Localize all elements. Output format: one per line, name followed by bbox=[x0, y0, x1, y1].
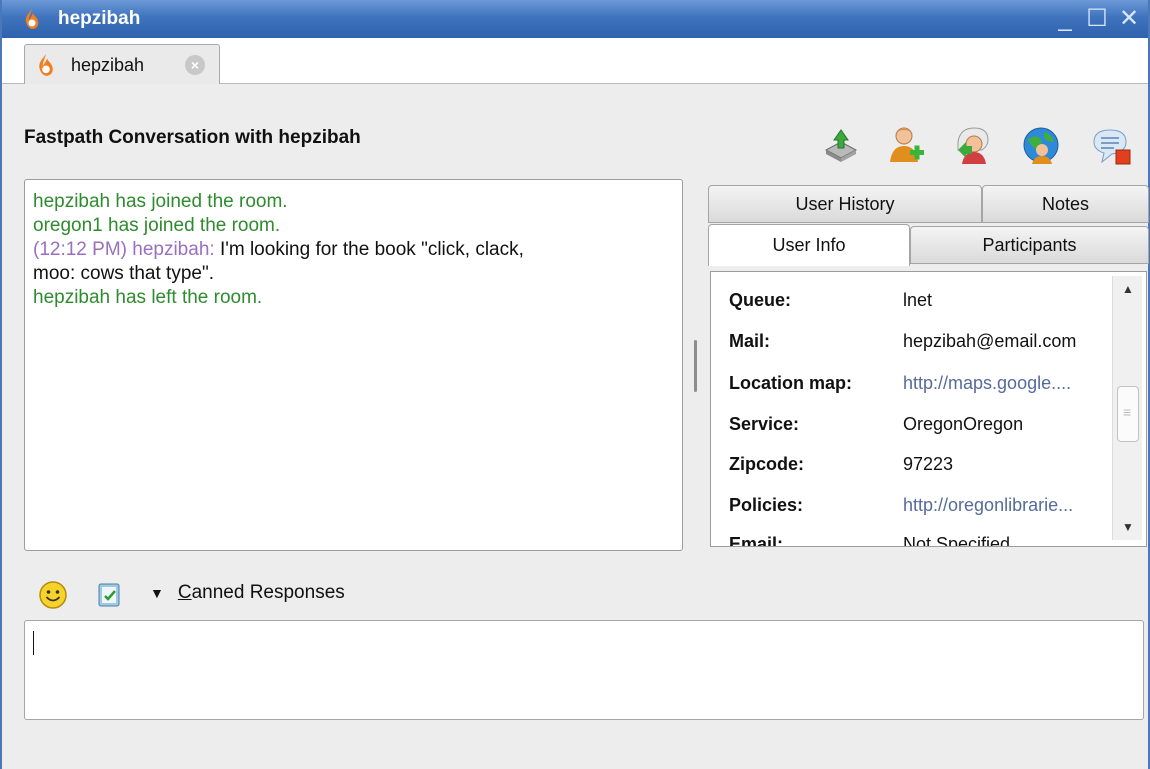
message-text: I'm looking for the book "click, clack, bbox=[214, 239, 524, 260]
conversation-tab-label: hepzibah bbox=[71, 55, 145, 75]
tab-participants[interactable]: Participants bbox=[910, 226, 1149, 264]
message-text: moo: cows that type". bbox=[33, 263, 214, 284]
side-tabs-row-2: User Info Participants bbox=[708, 224, 1149, 266]
spark-flame-icon bbox=[25, 9, 39, 29]
close-tab-icon[interactable]: × bbox=[185, 55, 205, 75]
add-contact-icon[interactable] bbox=[952, 124, 994, 166]
chat-window: hepzibah _ ☐ ✕ hepzibah × Fastpath Conve… bbox=[0, 0, 1150, 769]
emoticon-icon[interactable] bbox=[38, 580, 68, 610]
conversation-title: Fastpath Conversation with hepzibah bbox=[24, 127, 361, 148]
info-scrollbar[interactable]: ▲ ▼ bbox=[1112, 276, 1142, 540]
info-key: Queue: bbox=[729, 290, 792, 310]
canned-responses-button[interactable]: ▼ Canned Responses bbox=[150, 582, 345, 604]
chat-message-line: (12:12 PM) hepzibah: I'm looking for the… bbox=[33, 238, 674, 262]
canned-label: anned Responses bbox=[191, 582, 345, 603]
scroll-up-icon[interactable]: ▲ bbox=[1113, 276, 1143, 302]
message-input[interactable] bbox=[24, 620, 1144, 720]
policies-link[interactable]: http://oregonlibrarie... bbox=[903, 487, 1103, 523]
location-map-link[interactable]: http://maps.google.... bbox=[903, 365, 1103, 401]
info-key: Zipcode: bbox=[729, 454, 804, 474]
info-key: Email: bbox=[729, 534, 784, 547]
close-button[interactable]: ✕ bbox=[1116, 6, 1142, 32]
pane-splitter[interactable] bbox=[694, 340, 697, 392]
scroll-down-icon[interactable]: ▼ bbox=[1113, 514, 1143, 540]
info-value: Not Specified bbox=[903, 534, 1011, 547]
canned-mnemonic: C bbox=[177, 582, 192, 603]
chat-system-line: hepzibah has joined the room. bbox=[33, 191, 288, 212]
cobrowse-icon[interactable] bbox=[1020, 124, 1062, 166]
end-chat-icon[interactable] bbox=[1090, 124, 1132, 166]
info-value: lnet bbox=[903, 290, 933, 310]
spell-check-icon[interactable] bbox=[96, 582, 122, 608]
conversation-tab-strip: hepzibah × bbox=[2, 38, 1148, 84]
info-value: OregonOregon bbox=[903, 414, 1024, 434]
spark-flame-icon bbox=[39, 54, 53, 76]
info-key: Service: bbox=[729, 414, 800, 434]
dropdown-arrow-icon: ▼ bbox=[150, 585, 164, 601]
info-value: 97223 bbox=[903, 454, 954, 474]
info-value: hepzibah@email.com bbox=[903, 331, 1077, 351]
scroll-thumb[interactable] bbox=[1117, 386, 1139, 442]
info-key: Policies: bbox=[729, 495, 804, 515]
message-timestamp: (12:12 PM) hepzibah: bbox=[33, 239, 215, 260]
conversation-tab-hepzibah[interactable]: hepzibah × bbox=[24, 44, 220, 84]
info-key: Location map: bbox=[729, 373, 853, 393]
window-title: hepzibah bbox=[58, 8, 141, 29]
info-key: Mail: bbox=[729, 331, 771, 351]
maximize-button[interactable]: ☐ bbox=[1084, 6, 1110, 32]
invite-user-icon[interactable] bbox=[886, 124, 928, 166]
minimize-button[interactable]: _ bbox=[1052, 6, 1078, 32]
tab-user-info[interactable]: User Info bbox=[708, 224, 910, 266]
chat-system-line: oregon1 has joined the room. bbox=[33, 215, 281, 236]
tab-notes[interactable]: Notes bbox=[982, 185, 1149, 223]
chat-system-line: hepzibah has left the room. bbox=[33, 287, 263, 308]
chat-transcript[interactable]: hepzibah has joined the room. oregon1 ha… bbox=[24, 179, 683, 551]
transfer-icon[interactable] bbox=[820, 124, 862, 166]
text-caret bbox=[33, 631, 34, 655]
title-bar[interactable]: hepzibah _ ☐ ✕ bbox=[2, 0, 1148, 38]
tab-user-history[interactable]: User History bbox=[708, 185, 982, 223]
user-info-panel[interactable]: Queue: lnet Mail: hepzibah@email.com Loc… bbox=[710, 271, 1147, 547]
side-tabs-row-1: User History Notes bbox=[708, 185, 1149, 223]
